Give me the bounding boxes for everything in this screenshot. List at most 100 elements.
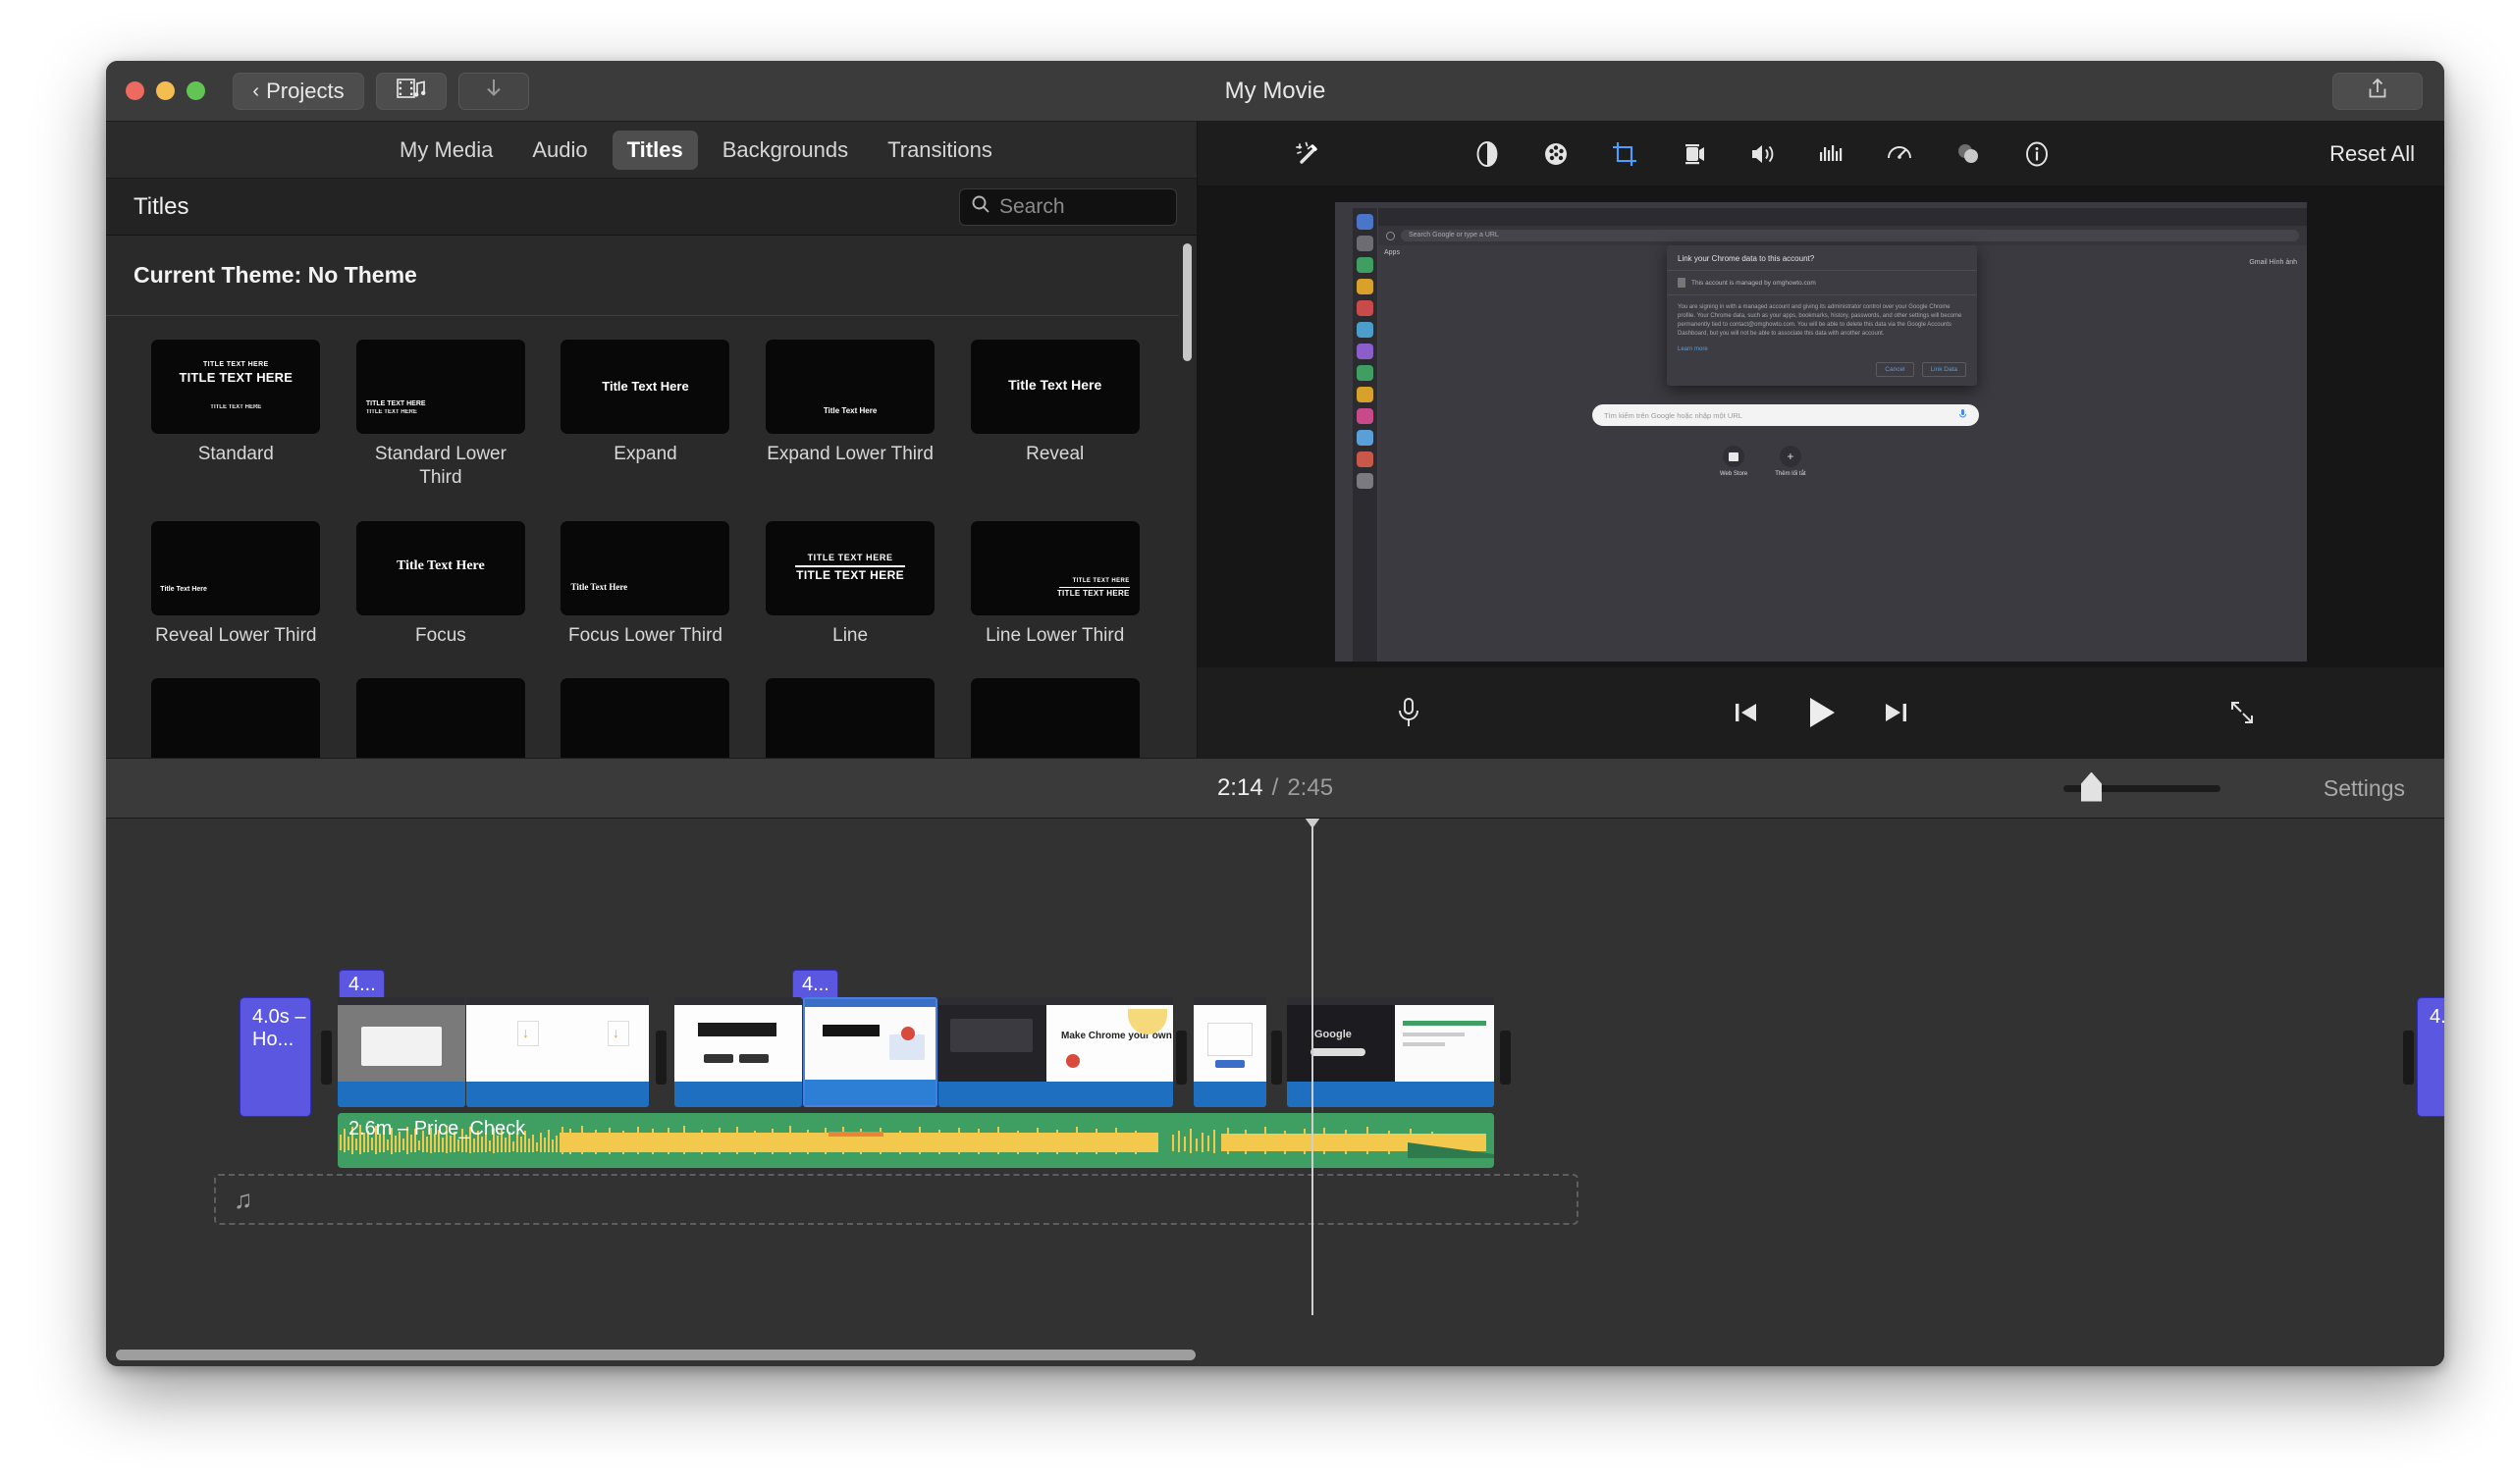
clip-gap-handle[interactable]	[1500, 1031, 1511, 1085]
color-correction-icon[interactable]	[1539, 137, 1573, 171]
titles-grid: TITLE TEXT HERE TITLE TEXT HERE TITLE TE…	[106, 316, 1197, 758]
filters-icon[interactable]	[1952, 137, 1985, 171]
title-preview-main: Title Text Here	[570, 581, 628, 592]
title-thumbnail	[355, 678, 525, 758]
search-field[interactable]: Search	[959, 187, 1177, 226]
video-clip[interactable]	[674, 997, 802, 1107]
title-preview-main: TITLE TEXT HERE	[179, 370, 294, 385]
clip-gap-handle[interactable]	[1176, 1031, 1187, 1085]
timeline-pane[interactable]: 4.0s – Ho... 4... 4... ↓ ↓ Make Chrome y…	[106, 819, 2444, 1366]
title-preview-main: Title Text Here	[823, 406, 878, 415]
speed-icon[interactable]	[1883, 137, 1916, 171]
plus-icon: +	[1779, 446, 1801, 467]
music-drop-zone[interactable]: ♫	[214, 1174, 1578, 1225]
window-title: My Movie	[1224, 77, 1326, 104]
volume-icon[interactable]	[1745, 137, 1779, 171]
titles-browser-body[interactable]: Current Theme: No Theme TITLE TEXT HERE …	[106, 236, 1197, 758]
tab-audio[interactable]: Audio	[517, 131, 602, 170]
title-item-partial[interactable]	[339, 678, 544, 758]
title-item-line[interactable]: TITLE TEXT HERE TITLE TEXT HERE Line	[748, 520, 953, 648]
title-preview-rule	[795, 564, 906, 567]
title-thumbnail: Title Text Here	[561, 520, 730, 615]
share-button[interactable]	[2332, 72, 2423, 110]
color-balance-icon[interactable]	[1470, 137, 1504, 171]
magic-wand-icon[interactable]	[1292, 137, 1325, 171]
zoom-button[interactable]	[187, 81, 205, 100]
title-clip[interactable]: 4.0s...	[2417, 997, 2444, 1117]
viewer-pane: Reset All Search Google or type a URL Ap…	[1198, 122, 2444, 762]
equalizer-icon[interactable]	[1814, 137, 1847, 171]
skip-previous-icon[interactable]	[1731, 698, 1760, 732]
video-clip[interactable]: ↓ ↓	[466, 997, 649, 1107]
info-icon[interactable]	[2020, 137, 2054, 171]
browser-scrollbar[interactable]	[1183, 243, 1192, 361]
title-item-expand[interactable]: Title Text Here Expand	[543, 340, 748, 490]
title-item-partial[interactable]	[543, 678, 748, 758]
download-media-button[interactable]	[458, 72, 529, 110]
current-theme-row[interactable]: Current Theme: No Theme	[106, 236, 1179, 316]
preview-search-box[interactable]: Tìm kiếm trên Google hoặc nhập một URL	[1592, 404, 1979, 426]
video-clip[interactable]: Make Chrome your own	[938, 997, 1173, 1107]
video-clip[interactable]: Google	[1287, 997, 1494, 1107]
title-item-expand-lower-third[interactable]: Title Text Here Expand Lower Third	[748, 340, 953, 490]
title-item-partial[interactable]	[952, 678, 1157, 758]
stabilization-icon[interactable]	[1677, 137, 1710, 171]
tab-titles[interactable]: Titles	[612, 130, 698, 170]
video-clip[interactable]	[1194, 997, 1266, 1107]
title-item-standard-lower-third[interactable]: TITLE TEXT HERE TITLE TEXT HERE Standard…	[339, 340, 544, 490]
crop-icon[interactable]	[1608, 137, 1641, 171]
video-clip[interactable]	[338, 997, 465, 1107]
record-voiceover-icon[interactable]	[1394, 696, 1423, 734]
title-badge[interactable]: 4...	[792, 970, 838, 1000]
timeline-scrollbar[interactable]	[116, 1350, 1196, 1360]
video-preview[interactable]: Search Google or type a URL Apps Gmail H…	[1335, 202, 2307, 662]
preview-shortcut-add[interactable]: + Thêm lối tắt	[1775, 446, 1806, 477]
title-item-partial[interactable]	[748, 678, 953, 758]
clip-gap-handle[interactable]	[656, 1031, 667, 1085]
preview-chrome-dialog[interactable]: Link your Chrome data to this account? T…	[1667, 245, 1977, 386]
microphone-icon[interactable]	[1958, 406, 1967, 424]
timeline-zoom-slider[interactable]	[2063, 771, 2220, 802]
title-item-reveal[interactable]: Title Text Here Reveal	[952, 340, 1157, 490]
title-thumbnail: Title Text Here	[151, 520, 321, 615]
title-badge-label: 4...	[802, 974, 829, 995]
media-browser-pane: My Media Audio Titles Backgrounds Transi…	[106, 122, 1198, 758]
title-clip[interactable]: 4.0s – Ho...	[240, 997, 311, 1117]
tab-my-media[interactable]: My Media	[385, 131, 508, 170]
title-badge[interactable]: 4...	[339, 970, 385, 1000]
title-item-standard[interactable]: TITLE TEXT HERE TITLE TEXT HERE TITLE TE…	[134, 340, 339, 490]
title-thumbnail	[970, 678, 1140, 758]
clip-gap-handle[interactable]	[1271, 1031, 1282, 1085]
back-to-projects-button[interactable]: ‹ Projects	[233, 72, 364, 110]
media-import-button[interactable]	[376, 72, 447, 110]
clip-gap-handle[interactable]	[2403, 1031, 2414, 1085]
video-clip-audio-bar	[1287, 1082, 1494, 1107]
timeline-toolbar: 2:14 / 2:45 Settings	[106, 758, 2444, 819]
preview-dialog-link[interactable]: Learn more	[1667, 346, 1977, 356]
preview-shortcut-web-store[interactable]: Web Store	[1720, 446, 1747, 477]
close-button[interactable]	[126, 81, 144, 100]
zoom-slider-knob[interactable]	[2081, 771, 2102, 802]
skip-next-icon[interactable]	[1882, 698, 1911, 732]
preview-dialog-confirm-button[interactable]: Link Data	[1921, 362, 1966, 377]
timeline-settings-button[interactable]: Settings	[2324, 775, 2405, 802]
clip-gap-handle[interactable]	[321, 1031, 332, 1085]
timeline-playhead[interactable]	[1305, 819, 1320, 1315]
audio-clip[interactable]: 2.6m – Price_Check	[338, 1113, 1494, 1168]
video-clip-audio-bar	[1194, 1082, 1266, 1107]
preview-dialog-cancel-button[interactable]: Cancel	[1876, 362, 1914, 377]
expand-icon[interactable]	[2226, 697, 2258, 733]
play-icon[interactable]	[1801, 693, 1841, 737]
tab-transitions[interactable]: Transitions	[873, 131, 1007, 170]
title-clip-label: 4.0s – Ho...	[252, 1006, 306, 1050]
minimize-button[interactable]	[156, 81, 175, 100]
search-placeholder: Search	[999, 194, 1065, 218]
title-item-partial[interactable]	[134, 678, 339, 758]
title-item-reveal-lower-third[interactable]: Title Text Here Reveal Lower Third	[134, 520, 339, 648]
tab-backgrounds[interactable]: Backgrounds	[708, 131, 863, 170]
video-clip-selected[interactable]	[803, 997, 937, 1107]
title-item-line-lower-third[interactable]: TITLE TEXT HERE TITLE TEXT HERE Line Low…	[952, 520, 1157, 648]
reset-all-button[interactable]: Reset All	[2329, 141, 2415, 167]
title-item-focus-lower-third[interactable]: Title Text Here Focus Lower Third	[543, 520, 748, 648]
title-item-focus[interactable]: Title Text Here Focus	[339, 520, 544, 648]
